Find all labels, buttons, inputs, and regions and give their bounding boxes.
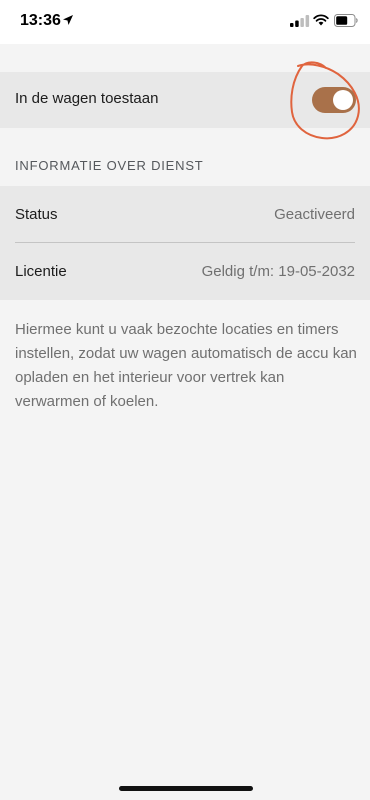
service-info-group: Status Geactiveerd Licentie Geldig t/m: … xyxy=(0,186,370,300)
license-row: Licentie Geldig t/m: 19-05-2032 xyxy=(0,243,370,300)
status-label: Status xyxy=(15,206,58,223)
wifi-icon xyxy=(313,14,329,26)
toggle-knob xyxy=(333,90,353,110)
cellular-signal-icon xyxy=(290,15,310,27)
status-time: 13:36 xyxy=(20,12,61,29)
status-row: Status Geactiveerd xyxy=(0,186,370,243)
battery-icon xyxy=(334,14,358,27)
location-arrow-icon xyxy=(63,15,73,25)
status-bar: 13:36 xyxy=(0,0,370,44)
allow-in-car-label: In de wagen toestaan xyxy=(15,90,159,107)
allow-in-car-toggle[interactable] xyxy=(312,87,356,113)
service-info-header: INFORMATIE OVER DIENST xyxy=(15,158,204,173)
status-value: Geactiveerd xyxy=(274,206,355,223)
license-value: Geldig t/m: 19-05-2032 xyxy=(201,263,355,280)
screen: 13:36 In de wagen toestaan INFORMATIE OV… xyxy=(0,0,370,800)
home-indicator[interactable] xyxy=(119,786,253,791)
license-label: Licentie xyxy=(15,263,67,280)
allow-in-car-row: In de wagen toestaan xyxy=(0,72,370,128)
service-description: Hiermee kunt u vaak bezochte locaties en… xyxy=(15,321,357,410)
